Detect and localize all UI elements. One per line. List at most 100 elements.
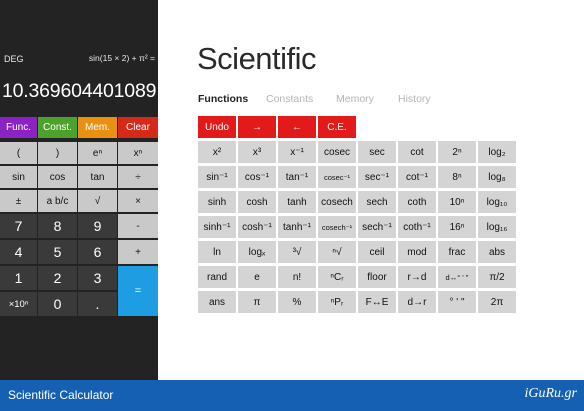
cursor-left-button[interactable]: ←: [278, 116, 316, 138]
digit-0-key[interactable]: 0: [38, 292, 77, 316]
function-key[interactable]: sech⁻¹: [358, 216, 396, 238]
function-key[interactable]: tanh⁻¹: [278, 216, 316, 238]
function-key[interactable]: rand: [198, 266, 236, 288]
tan-key[interactable]: tan: [78, 166, 117, 188]
undo-button[interactable]: Undo: [198, 116, 236, 138]
function-key[interactable]: sec: [358, 141, 396, 163]
function-key[interactable]: ³√: [278, 241, 316, 263]
function-key[interactable]: mod: [398, 241, 436, 263]
digit-9-key[interactable]: 9: [78, 214, 117, 238]
calculator-keypad-panel: DEG sin(15 × 2) + π² = 10.369604401089 F…: [0, 0, 158, 380]
tab-functions[interactable]: Functions: [198, 93, 248, 105]
cursor-right-button[interactable]: →: [238, 116, 276, 138]
function-key[interactable]: frac: [438, 241, 476, 263]
function-key[interactable]: log₁₀: [478, 191, 516, 213]
plus-minus-key[interactable]: ±: [0, 190, 37, 212]
function-key[interactable]: 2π: [478, 291, 516, 313]
subtract-key[interactable]: -: [118, 214, 158, 238]
tab-constants[interactable]: Constants: [266, 93, 313, 105]
multiply-key[interactable]: ×: [118, 190, 158, 212]
function-key[interactable]: 10ⁿ: [438, 191, 476, 213]
function-key[interactable]: ° ' ": [438, 291, 476, 313]
add-key[interactable]: +: [118, 240, 158, 264]
function-key[interactable]: ln: [198, 241, 236, 263]
e-power-key[interactable]: eⁿ: [78, 142, 117, 164]
function-key[interactable]: ⁿPᵣ: [318, 291, 356, 313]
function-key[interactable]: sin⁻¹: [198, 166, 236, 188]
divide-key[interactable]: ÷: [118, 166, 158, 188]
tab-history[interactable]: History: [398, 93, 431, 105]
function-key[interactable]: sinh: [198, 191, 236, 213]
digit-1-key[interactable]: 1: [0, 266, 37, 290]
function-key[interactable]: cosech: [318, 191, 356, 213]
digit-7-key[interactable]: 7: [0, 214, 37, 238]
decimal-point-key[interactable]: .: [78, 292, 117, 316]
function-key[interactable]: F↔E: [358, 291, 396, 313]
close-paren-key[interactable]: ): [38, 142, 77, 164]
function-key[interactable]: cosec⁻¹: [318, 166, 356, 188]
function-key[interactable]: sinh⁻¹: [198, 216, 236, 238]
function-key[interactable]: n!: [278, 266, 316, 288]
function-key[interactable]: coth: [398, 191, 436, 213]
function-key[interactable]: logₓ: [238, 241, 276, 263]
equals-key[interactable]: =: [118, 266, 158, 316]
function-key[interactable]: cot: [398, 141, 436, 163]
clear-entry-button[interactable]: C.E.: [318, 116, 356, 138]
function-key[interactable]: d↔° ' ": [438, 266, 476, 288]
function-key[interactable]: 2ⁿ: [438, 141, 476, 163]
function-key[interactable]: ⁿ√: [318, 241, 356, 263]
taskbar: Scientific Calculator iGuRu.gr: [0, 380, 584, 411]
functions-category-button[interactable]: Func.: [0, 117, 37, 138]
function-key[interactable]: ans: [198, 291, 236, 313]
function-key[interactable]: x³: [238, 141, 276, 163]
function-key[interactable]: 16ⁿ: [438, 216, 476, 238]
function-key[interactable]: cosech⁻¹: [318, 216, 356, 238]
function-key[interactable]: 8ⁿ: [438, 166, 476, 188]
memory-category-button[interactable]: Mem.: [78, 117, 117, 138]
sin-key[interactable]: sin: [0, 166, 37, 188]
power-key[interactable]: xⁿ: [118, 142, 158, 164]
digit-6-key[interactable]: 6: [78, 240, 117, 264]
function-key[interactable]: r→d: [398, 266, 436, 288]
function-key[interactable]: cosh: [238, 191, 276, 213]
function-key[interactable]: tan⁻¹: [278, 166, 316, 188]
function-key[interactable]: sech: [358, 191, 396, 213]
digit-8-key[interactable]: 8: [38, 214, 77, 238]
function-key[interactable]: coth⁻¹: [398, 216, 436, 238]
function-key[interactable]: sec⁻¹: [358, 166, 396, 188]
digit-5-key[interactable]: 5: [38, 240, 77, 264]
digit-3-key[interactable]: 3: [78, 266, 117, 290]
app-name: Scientific Calculator: [8, 388, 114, 402]
function-key[interactable]: cos⁻¹: [238, 166, 276, 188]
function-key[interactable]: %: [278, 291, 316, 313]
page-title: Scientific: [197, 41, 317, 76]
times-ten-power-key[interactable]: ×10ⁿ: [0, 292, 37, 316]
function-key[interactable]: log₁₆: [478, 216, 516, 238]
digit-2-key[interactable]: 2: [38, 266, 77, 290]
clear-button[interactable]: Clear: [118, 117, 158, 138]
function-key[interactable]: abs: [478, 241, 516, 263]
function-key[interactable]: log₈: [478, 166, 516, 188]
angle-mode-indicator[interactable]: DEG: [4, 54, 24, 64]
function-key[interactable]: π/2: [478, 266, 516, 288]
square-root-key[interactable]: √: [78, 190, 117, 212]
function-key[interactable]: cosec: [318, 141, 356, 163]
fraction-key[interactable]: a b/c: [38, 190, 77, 212]
function-key[interactable]: x²: [198, 141, 236, 163]
open-paren-key[interactable]: (: [0, 142, 37, 164]
digit-4-key[interactable]: 4: [0, 240, 37, 264]
function-key[interactable]: π: [238, 291, 276, 313]
constants-category-button[interactable]: Const.: [38, 117, 77, 138]
cos-key[interactable]: cos: [38, 166, 77, 188]
function-key[interactable]: log₂: [478, 141, 516, 163]
function-key[interactable]: ⁿCᵣ: [318, 266, 356, 288]
function-key[interactable]: d→r: [398, 291, 436, 313]
function-key[interactable]: cosh⁻¹: [238, 216, 276, 238]
function-key[interactable]: tanh: [278, 191, 316, 213]
function-key[interactable]: cot⁻¹: [398, 166, 436, 188]
function-key[interactable]: ceil: [358, 241, 396, 263]
function-key[interactable]: e: [238, 266, 276, 288]
tab-memory[interactable]: Memory: [336, 93, 374, 105]
function-key[interactable]: floor: [358, 266, 396, 288]
function-key[interactable]: x⁻¹: [278, 141, 316, 163]
